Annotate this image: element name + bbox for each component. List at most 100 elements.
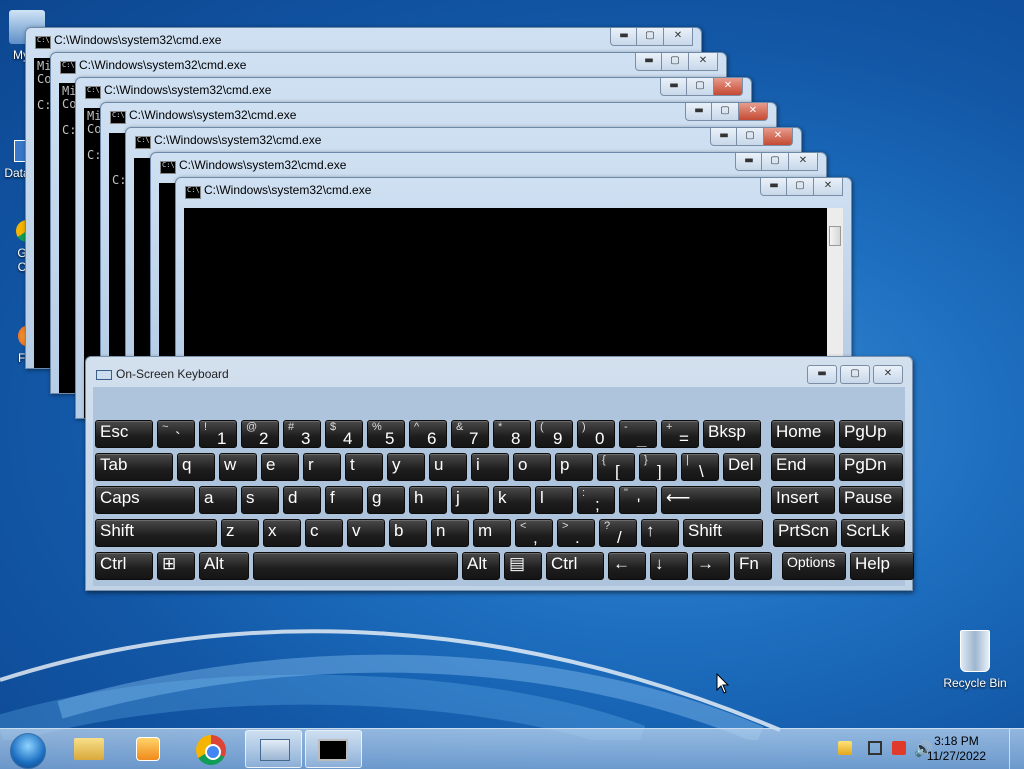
key-shift[interactable]: Shift	[683, 519, 763, 547]
key-symbol[interactable]: ←	[608, 552, 646, 580]
action-center-icon[interactable]	[838, 741, 852, 755]
window-titlebar[interactable]: C:\Windows\system32\cmd.exe ▬ ▢ ✕	[101, 103, 776, 127]
maximize-button[interactable]: ▢	[761, 153, 789, 171]
key-1[interactable]: ! 1	[199, 420, 237, 448]
key-scrlk[interactable]: ScrLk	[841, 519, 905, 547]
key-prtscn[interactable]: PrtScn	[773, 519, 837, 547]
window-titlebar[interactable]: C:\Windows\system32\cmd.exe ▬ ▢ ✕	[151, 153, 826, 177]
key-y[interactable]: y	[387, 453, 425, 481]
close-button[interactable]: ✕	[738, 103, 768, 121]
key-0[interactable]: ) 0	[577, 420, 615, 448]
key-pause[interactable]: Pause	[839, 486, 903, 514]
close-button[interactable]: ✕	[813, 178, 843, 196]
key-v[interactable]: v	[347, 519, 385, 547]
key-symbol[interactable]: ↓	[650, 552, 688, 580]
key-d[interactable]: d	[283, 486, 321, 514]
key-ctrl[interactable]: Ctrl	[95, 552, 153, 580]
key-u[interactable]: u	[429, 453, 467, 481]
minimize-button[interactable]: ▬	[610, 28, 638, 46]
maximize-button[interactable]: ▢	[686, 78, 714, 96]
key-i[interactable]: i	[471, 453, 509, 481]
key-x[interactable]: x	[263, 519, 301, 547]
close-button[interactable]: ✕	[663, 28, 693, 46]
network-error-icon[interactable]	[892, 741, 906, 755]
key-caps[interactable]: Caps	[95, 486, 195, 514]
key-symbol[interactable]: " '	[619, 486, 657, 514]
cmd-window-7[interactable]: C:\Windows\system32\cmd.exe ▬ ▢ ✕	[175, 177, 852, 364]
close-button[interactable]: ✕	[688, 53, 718, 71]
minimize-button[interactable]: ▬	[710, 128, 738, 146]
key-shift[interactable]: Shift	[95, 519, 217, 547]
key-t[interactable]: t	[345, 453, 383, 481]
key-f[interactable]: f	[325, 486, 363, 514]
maximize-button[interactable]: ▢	[636, 28, 664, 46]
taskbar-media-player[interactable]	[120, 730, 176, 768]
show-desktop-button[interactable]	[1009, 729, 1024, 769]
key-e[interactable]: e	[261, 453, 299, 481]
taskbar-cmd[interactable]	[305, 730, 362, 768]
key-m[interactable]: m	[473, 519, 511, 547]
window-titlebar[interactable]: C:\Windows\system32\cmd.exe ▬ ▢ ✕	[76, 78, 751, 102]
key-s[interactable]: s	[241, 486, 279, 514]
key-ctrl[interactable]: Ctrl	[546, 552, 604, 580]
key-help[interactable]: Help	[850, 552, 914, 580]
key-symbol[interactable]: + =	[661, 420, 699, 448]
key-n[interactable]: n	[431, 519, 469, 547]
maximize-button[interactable]: ▢	[840, 365, 870, 384]
window-titlebar[interactable]: C:\Windows\system32\cmd.exe ▬ ▢ ✕	[126, 128, 801, 152]
key-del[interactable]: Del	[723, 453, 761, 481]
key-k[interactable]: k	[493, 486, 531, 514]
key-home[interactable]: Home	[771, 420, 835, 448]
key-h[interactable]: h	[409, 486, 447, 514]
key-symbol[interactable]: {[	[597, 453, 635, 481]
key-symbol[interactable]: }]	[639, 453, 677, 481]
key-symbol[interactable]: <,	[515, 519, 553, 547]
network-icon[interactable]	[868, 741, 882, 755]
key-pgup[interactable]: PgUp	[839, 420, 903, 448]
key-g[interactable]: g	[367, 486, 405, 514]
key-4[interactable]: $4	[325, 420, 363, 448]
key-space[interactable]	[253, 552, 458, 580]
key-2[interactable]: @2	[241, 420, 279, 448]
desktop-icon-recycle-bin[interactable]: Recycle Bin	[938, 630, 1012, 690]
window-titlebar[interactable]: C:\Windows\system32\cmd.exe ▬ ▢ ✕	[176, 178, 851, 202]
start-button[interactable]	[2, 730, 52, 769]
key-symbol[interactable]: →	[692, 552, 730, 580]
taskbar-on-screen-keyboard[interactable]	[245, 730, 302, 768]
close-button[interactable]: ✕	[763, 128, 793, 146]
key-symbol[interactable]: ? /	[599, 519, 637, 547]
close-button[interactable]: ✕	[788, 153, 818, 171]
maximize-button[interactable]: ▢	[736, 128, 764, 146]
console-output[interactable]	[184, 208, 827, 363]
maximize-button[interactable]: ▢	[711, 103, 739, 121]
key-alt[interactable]: Alt	[199, 552, 249, 580]
key-symbol[interactable]: ↑	[641, 519, 679, 547]
key-p[interactable]: p	[555, 453, 593, 481]
key-l[interactable]: l	[535, 486, 573, 514]
key-end[interactable]: End	[771, 453, 835, 481]
close-button[interactable]: ✕	[873, 365, 903, 384]
window-titlebar[interactable]: C:\Windows\system32\cmd.exe ▬ ▢ ✕	[26, 28, 701, 52]
key-esc[interactable]: Esc	[95, 420, 153, 448]
key-j[interactable]: j	[451, 486, 489, 514]
vertical-scrollbar[interactable]	[827, 208, 843, 363]
key-r[interactable]: r	[303, 453, 341, 481]
key-fn[interactable]: Fn	[734, 552, 772, 580]
key-options[interactable]: Options	[782, 552, 846, 580]
key-tab[interactable]: Tab	[95, 453, 173, 481]
minimize-button[interactable]: ▬	[760, 178, 788, 196]
key-symbol[interactable]: ⟵	[661, 486, 761, 514]
minimize-button[interactable]: ▬	[807, 365, 837, 384]
key-pgdn[interactable]: PgDn	[839, 453, 903, 481]
key-symbol[interactable]: ▤	[504, 552, 542, 580]
key-bksp[interactable]: Bksp	[703, 420, 761, 448]
key-9[interactable]: (9	[535, 420, 573, 448]
key-5[interactable]: % 5	[367, 420, 405, 448]
key-c[interactable]: c	[305, 519, 343, 547]
minimize-button[interactable]: ▬	[660, 78, 688, 96]
key-w[interactable]: w	[219, 453, 257, 481]
key-b[interactable]: b	[389, 519, 427, 547]
minimize-button[interactable]: ▬	[735, 153, 763, 171]
key-6[interactable]: ^ 6	[409, 420, 447, 448]
clock[interactable]: 3:18 PM 11/27/2022	[927, 734, 986, 764]
